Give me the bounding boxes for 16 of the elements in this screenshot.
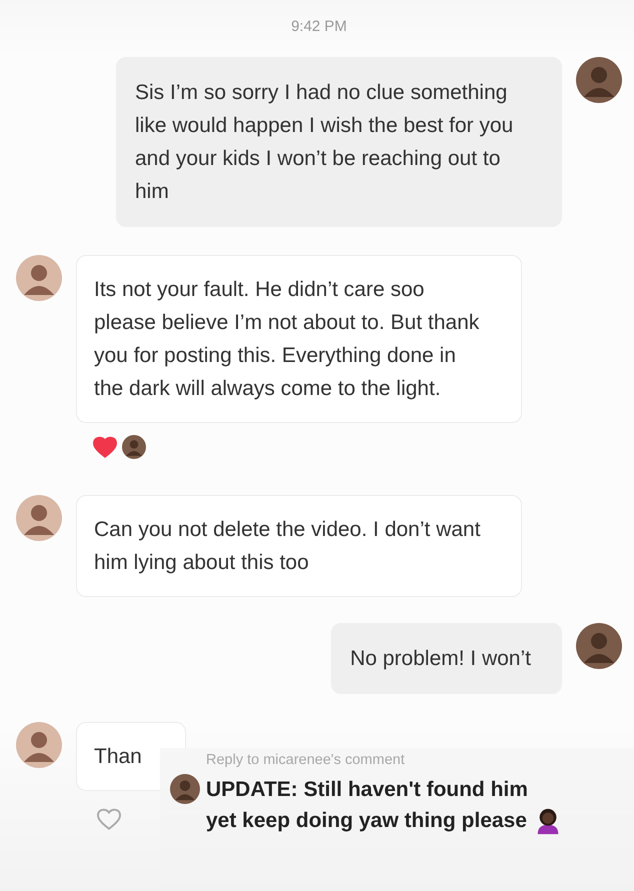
message-bubble: Can you not delete the video. I don’t want him lying about this too — [76, 495, 522, 597]
heart-icon[interactable] — [96, 807, 122, 831]
message-bubble: Its not your fault. He didn’t care soo please believe I’m not about to. But thank you for posting this. Everything done in the dark will always come to the light. — [76, 255, 522, 423]
avatar — [16, 495, 62, 541]
message-bubble: No problem! I won’t — [331, 623, 562, 694]
reactor-avatar — [122, 435, 146, 459]
avatar — [16, 722, 62, 768]
avatar — [576, 623, 622, 669]
commenter-avatar — [170, 774, 200, 804]
avatar — [576, 57, 622, 103]
heart-icon — [92, 435, 118, 459]
message-bubble: Sis I’m so sorry I had no clue something like would happen I wish the best for you and your kids I won’t be reaching out to him — [116, 57, 562, 227]
message-timestamp: 9:42 PM — [291, 18, 347, 35]
reply-label: Reply to micarenee's comment — [206, 752, 406, 768]
avatar — [16, 255, 62, 301]
reply-text: UPDATE: Still haven't found him yet keep doing yaw thing please — [206, 777, 528, 834]
